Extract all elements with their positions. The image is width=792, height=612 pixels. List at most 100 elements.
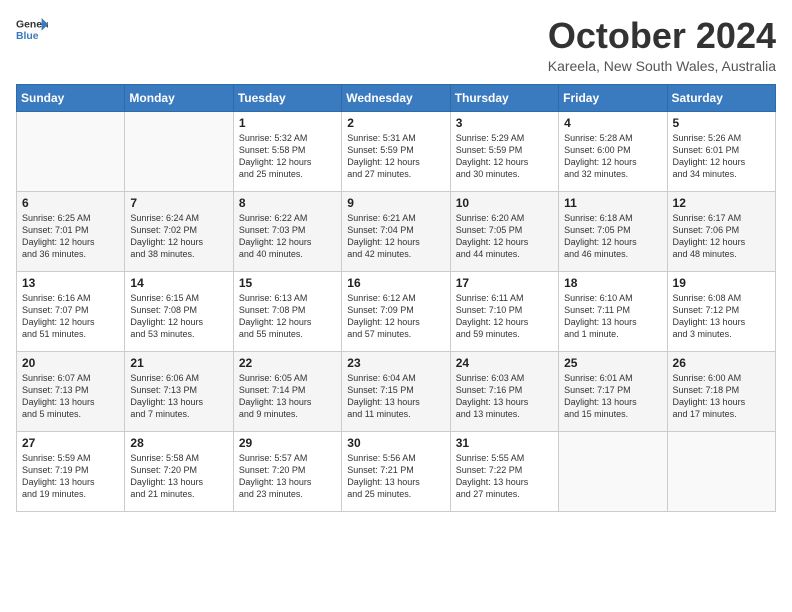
svg-text:Blue: Blue xyxy=(16,31,39,42)
day-number: 30 xyxy=(347,436,444,450)
calendar-cell: 27 Sunrise: 5:59 AM Sunset: 7:19 PM Dayli… xyxy=(17,431,125,511)
day-info: Sunrise: 5:28 AM Sunset: 6:00 PM Dayligh… xyxy=(564,132,661,181)
calendar-cell: 9 Sunrise: 6:21 AM Sunset: 7:04 PM Daylig… xyxy=(342,191,450,271)
day-number: 15 xyxy=(239,276,336,290)
calendar-cell: 2 Sunrise: 5:31 AM Sunset: 5:59 PM Daylig… xyxy=(342,111,450,191)
day-number: 12 xyxy=(673,196,770,210)
day-info: Sunrise: 6:24 AM Sunset: 7:02 PM Dayligh… xyxy=(130,212,227,261)
day-info: Sunrise: 6:12 AM Sunset: 7:09 PM Dayligh… xyxy=(347,292,444,341)
day-info: Sunrise: 6:06 AM Sunset: 7:13 PM Dayligh… xyxy=(130,372,227,421)
day-number: 22 xyxy=(239,356,336,370)
day-number: 6 xyxy=(22,196,119,210)
day-header-monday: Monday xyxy=(125,84,233,111)
day-info: Sunrise: 6:18 AM Sunset: 7:05 PM Dayligh… xyxy=(564,212,661,261)
calendar-cell xyxy=(17,111,125,191)
calendar-cell: 22 Sunrise: 6:05 AM Sunset: 7:14 PM Dayli… xyxy=(233,351,341,431)
day-info: Sunrise: 5:58 AM Sunset: 7:20 PM Dayligh… xyxy=(130,452,227,501)
day-info: Sunrise: 6:01 AM Sunset: 7:17 PM Dayligh… xyxy=(564,372,661,421)
calendar-cell: 11 Sunrise: 6:18 AM Sunset: 7:05 PM Dayli… xyxy=(559,191,667,271)
day-number: 18 xyxy=(564,276,661,290)
calendar-cell: 20Sunrise: 6:07 AM Sunset: 7:13 PM Dayli… xyxy=(17,351,125,431)
calendar-cell: 30 Sunrise: 5:56 AM Sunset: 7:21 PM Dayli… xyxy=(342,431,450,511)
day-number: 9 xyxy=(347,196,444,210)
calendar-cell: 19 Sunrise: 6:08 AM Sunset: 7:12 PM Dayli… xyxy=(667,271,775,351)
calendar-cell: 13Sunrise: 6:16 AM Sunset: 7:07 PM Dayli… xyxy=(17,271,125,351)
calendar-cell: 8 Sunrise: 6:22 AM Sunset: 7:03 PM Daylig… xyxy=(233,191,341,271)
day-number: 10 xyxy=(456,196,553,210)
day-info: Sunrise: 6:17 AM Sunset: 7:06 PM Dayligh… xyxy=(673,212,770,261)
day-number: 20 xyxy=(22,356,119,370)
day-number: 17 xyxy=(456,276,553,290)
day-number: 27 xyxy=(22,436,119,450)
day-info: Sunrise: 5:57 AM Sunset: 7:20 PM Dayligh… xyxy=(239,452,336,501)
calendar-cell: 28 Sunrise: 5:58 AM Sunset: 7:20 PM Dayli… xyxy=(125,431,233,511)
calendar-cell: 26Sunrise: 6:00 AM Sunset: 7:18 PM Dayli… xyxy=(667,351,775,431)
day-info: Sunrise: 6:04 AM Sunset: 7:15 PM Dayligh… xyxy=(347,372,444,421)
calendar-cell: 25 Sunrise: 6:01 AM Sunset: 7:17 PM Dayli… xyxy=(559,351,667,431)
day-number: 31 xyxy=(456,436,553,450)
calendar-cell: 24 Sunrise: 6:03 AM Sunset: 7:16 PM Dayli… xyxy=(450,351,558,431)
day-number: 13 xyxy=(22,276,119,290)
calendar-cell: 17 Sunrise: 6:11 AM Sunset: 7:10 PM Dayli… xyxy=(450,271,558,351)
calendar-cell: 1 Sunrise: 5:32 AM Sunset: 5:58 PM Daylig… xyxy=(233,111,341,191)
day-number: 16 xyxy=(347,276,444,290)
day-number: 23 xyxy=(347,356,444,370)
day-info: Sunrise: 5:26 AM Sunset: 6:01 PM Dayligh… xyxy=(673,132,770,181)
calendar-cell: 6Sunrise: 6:25 AM Sunset: 7:01 PM Daylig… xyxy=(17,191,125,271)
day-info: Sunrise: 6:20 AM Sunset: 7:05 PM Dayligh… xyxy=(456,212,553,261)
day-number: 25 xyxy=(564,356,661,370)
calendar-cell xyxy=(667,431,775,511)
day-info: Sunrise: 6:03 AM Sunset: 7:16 PM Dayligh… xyxy=(456,372,553,421)
day-number: 14 xyxy=(130,276,227,290)
location: Kareela, New South Wales, Australia xyxy=(548,58,776,74)
day-info: Sunrise: 6:08 AM Sunset: 7:12 PM Dayligh… xyxy=(673,292,770,341)
logo-icon: General Blue xyxy=(16,16,48,44)
day-info: Sunrise: 6:05 AM Sunset: 7:14 PM Dayligh… xyxy=(239,372,336,421)
day-number: 3 xyxy=(456,116,553,130)
day-number: 2 xyxy=(347,116,444,130)
day-info: Sunrise: 5:32 AM Sunset: 5:58 PM Dayligh… xyxy=(239,132,336,181)
calendar-cell: 12 Sunrise: 6:17 AM Sunset: 7:06 PM Dayli… xyxy=(667,191,775,271)
day-info: Sunrise: 5:56 AM Sunset: 7:21 PM Dayligh… xyxy=(347,452,444,501)
calendar-cell xyxy=(125,111,233,191)
calendar-cell: 5 Sunrise: 5:26 AM Sunset: 6:01 PM Daylig… xyxy=(667,111,775,191)
day-info: Sunrise: 6:11 AM Sunset: 7:10 PM Dayligh… xyxy=(456,292,553,341)
day-number: 8 xyxy=(239,196,336,210)
day-info: Sunrise: 6:00 AM Sunset: 7:18 PM Dayligh… xyxy=(673,372,770,421)
day-header-wednesday: Wednesday xyxy=(342,84,450,111)
day-info: Sunrise: 5:59 AM Sunset: 7:19 PM Dayligh… xyxy=(22,452,119,501)
day-info: Sunrise: 6:13 AM Sunset: 7:08 PM Dayligh… xyxy=(239,292,336,341)
day-number: 24 xyxy=(456,356,553,370)
day-number: 7 xyxy=(130,196,227,210)
calendar-cell: 10 Sunrise: 6:20 AM Sunset: 7:05 PM Dayli… xyxy=(450,191,558,271)
calendar-cell: 18Sunrise: 6:10 AM Sunset: 7:11 PM Dayli… xyxy=(559,271,667,351)
day-info: Sunrise: 5:55 AM Sunset: 7:22 PM Dayligh… xyxy=(456,452,553,501)
month-title: October 2024 xyxy=(548,16,776,56)
calendar-cell: 29 Sunrise: 5:57 AM Sunset: 7:20 PM Dayli… xyxy=(233,431,341,511)
calendar-cell xyxy=(559,431,667,511)
day-number: 29 xyxy=(239,436,336,450)
day-info: Sunrise: 6:21 AM Sunset: 7:04 PM Dayligh… xyxy=(347,212,444,261)
calendar-cell: 7 Sunrise: 6:24 AM Sunset: 7:02 PM Daylig… xyxy=(125,191,233,271)
day-number: 5 xyxy=(673,116,770,130)
calendar-cell: 31 Sunrise: 5:55 AM Sunset: 7:22 PM Dayli… xyxy=(450,431,558,511)
day-header-saturday: Saturday xyxy=(667,84,775,111)
day-info: Sunrise: 5:31 AM Sunset: 5:59 PM Dayligh… xyxy=(347,132,444,181)
day-header-friday: Friday xyxy=(559,84,667,111)
calendar-cell: 14 Sunrise: 6:15 AM Sunset: 7:08 PM Dayli… xyxy=(125,271,233,351)
calendar-table: SundayMondayTuesdayWednesdayThursdayFrid… xyxy=(16,84,776,512)
day-header-tuesday: Tuesday xyxy=(233,84,341,111)
calendar-cell: 15 Sunrise: 6:13 AM Sunset: 7:08 PM Dayli… xyxy=(233,271,341,351)
day-info: Sunrise: 6:22 AM Sunset: 7:03 PM Dayligh… xyxy=(239,212,336,261)
day-number: 28 xyxy=(130,436,227,450)
day-info: Sunrise: 6:15 AM Sunset: 7:08 PM Dayligh… xyxy=(130,292,227,341)
day-info: Sunrise: 5:29 AM Sunset: 5:59 PM Dayligh… xyxy=(456,132,553,181)
calendar-cell: 16 Sunrise: 6:12 AM Sunset: 7:09 PM Dayli… xyxy=(342,271,450,351)
title-block: October 2024 Kareela, New South Wales, A… xyxy=(548,16,776,74)
calendar-cell: 4Sunrise: 5:28 AM Sunset: 6:00 PM Daylig… xyxy=(559,111,667,191)
day-number: 19 xyxy=(673,276,770,290)
day-number: 11 xyxy=(564,196,661,210)
day-number: 1 xyxy=(239,116,336,130)
calendar-cell: 21Sunrise: 6:06 AM Sunset: 7:13 PM Dayli… xyxy=(125,351,233,431)
day-header-sunday: Sunday xyxy=(17,84,125,111)
